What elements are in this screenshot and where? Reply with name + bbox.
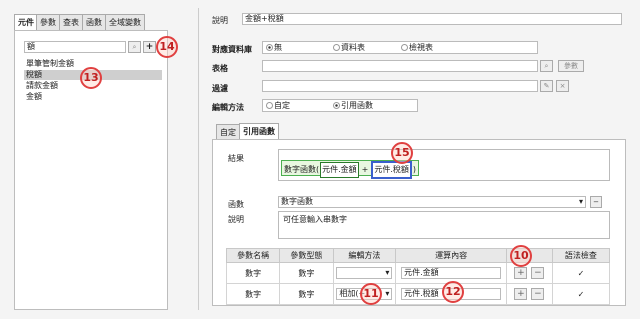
param-name-cell: 數字: [225, 262, 281, 284]
edit-method-cell: ▾: [332, 262, 397, 284]
tab-parameter[interactable]: 參數: [36, 14, 60, 30]
expression-close: ): [412, 165, 417, 174]
parameter-table: 參數名稱 參數型態 編輯方法 運算內容 語法檢查 數字 數字 ▾ 元件.金額 +…: [225, 248, 611, 305]
table-label: 表格: [212, 64, 228, 73]
column-header: 參數型態: [279, 248, 334, 263]
expression-operator: +: [361, 165, 369, 174]
param-name-cell: 數字: [225, 283, 281, 305]
source-label: 對應資料庫: [212, 45, 252, 54]
remove-row-button[interactable]: −: [531, 288, 545, 300]
description-input[interactable]: 金額+稅額: [242, 13, 622, 25]
filter-clear-button[interactable]: ×: [556, 80, 569, 92]
actions-cell: + −: [505, 283, 553, 305]
plus-icon: +: [517, 289, 525, 299]
function-label: 函數: [228, 200, 244, 209]
remove-row-button[interactable]: −: [531, 267, 545, 279]
callout-marker: 15: [391, 142, 413, 164]
source-radio-group: 無 資料表 檢視表: [262, 41, 538, 54]
content-input[interactable]: 元件.金額: [401, 267, 502, 279]
expression-operand-b[interactable]: 元件.稅額: [371, 161, 412, 179]
filter-edit-button[interactable]: ✎: [540, 80, 553, 92]
function-desc-box: 可任意輸入串數字: [278, 211, 610, 239]
edit-method-select[interactable]: ▾: [336, 267, 393, 279]
chevron-down-icon: ▾: [385, 289, 390, 298]
search-button[interactable]: ⌕: [128, 41, 141, 53]
column-header: 編輯方法: [332, 248, 397, 263]
tab-global-variable[interactable]: 全域變數: [105, 14, 145, 30]
tab-lookup[interactable]: 查表: [59, 14, 83, 30]
minus-icon: −: [593, 198, 599, 206]
tab-component[interactable]: 元件: [14, 14, 38, 31]
function-minus-button[interactable]: −: [590, 196, 602, 208]
radio-function[interactable]: 引用函數: [333, 100, 373, 111]
param-type-cell: 數字: [279, 283, 334, 305]
table-search-button[interactable]: ⌕: [540, 60, 553, 72]
table-row: 數字 數字 相加(+) ▾ 元件.稅額 + − ✓: [225, 283, 611, 305]
radio-none[interactable]: 無: [266, 42, 282, 53]
edit-icon: ✎: [543, 82, 550, 90]
tab-function[interactable]: 函數: [82, 14, 106, 30]
component-search-input[interactable]: 額: [24, 41, 126, 53]
param-type-cell: 數字: [279, 262, 334, 284]
parameter-button[interactable]: 參數: [558, 60, 584, 72]
description-label: 說明: [212, 16, 228, 25]
syntax-check-cell: ✓: [551, 262, 611, 284]
search-icon: ⌕: [132, 43, 137, 51]
minus-icon: −: [534, 268, 542, 278]
chevron-down-icon: ▾: [385, 268, 390, 277]
column-header: 參數名稱: [225, 248, 281, 263]
plus-icon: +: [517, 268, 525, 278]
edit-method-label: 編輯方法: [212, 103, 244, 112]
tab-use-function[interactable]: 引用函數: [239, 123, 279, 140]
actions-cell: + −: [505, 262, 553, 284]
filter-input[interactable]: [262, 80, 538, 92]
table-header-row: 參數名稱 參數型態 編輯方法 運算內容 語法檢查: [225, 248, 611, 263]
function-desc-label: 說明: [228, 215, 244, 224]
edit-method-radio-group: 自定 引用函數: [262, 99, 418, 112]
column-header: 運算內容: [395, 248, 507, 263]
function-desc-text: 可任意輸入串數字: [283, 215, 347, 224]
add-component-button[interactable]: +: [143, 41, 156, 53]
callout-marker: 10: [510, 245, 532, 267]
result-label: 結果: [228, 154, 244, 163]
function-select[interactable]: 數字函數 ▾: [278, 196, 586, 208]
plus-icon: +: [145, 42, 154, 52]
chevron-down-icon: ▾: [578, 197, 583, 206]
radio-custom[interactable]: 自定: [266, 100, 290, 111]
add-row-button[interactable]: +: [514, 288, 528, 300]
filter-label: 過濾: [212, 84, 228, 93]
add-row-button[interactable]: +: [514, 267, 528, 279]
callout-marker: 14: [156, 36, 178, 58]
list-item[interactable]: 金額: [24, 92, 162, 102]
close-icon: ×: [559, 82, 566, 90]
vertical-divider: [198, 8, 199, 310]
search-icon: ⌕: [544, 62, 549, 70]
column-header: 語法檢查: [551, 248, 611, 263]
expression-operand-a[interactable]: 元件.金額: [320, 162, 359, 178]
tab-custom[interactable]: 自定: [216, 124, 240, 140]
callout-marker: 12: [442, 281, 464, 303]
table-row: 數字 數字 ▾ 元件.金額 + − ✓: [225, 262, 611, 284]
expression-function: 數字函數(: [284, 165, 320, 174]
minus-icon: −: [534, 289, 542, 299]
table-input[interactable]: [262, 60, 538, 72]
syntax-check-cell: ✓: [551, 283, 611, 305]
radio-view[interactable]: 檢視表: [401, 42, 433, 53]
callout-marker: 11: [360, 283, 382, 305]
radio-table[interactable]: 資料表: [333, 42, 365, 53]
callout-marker: 13: [80, 67, 102, 89]
